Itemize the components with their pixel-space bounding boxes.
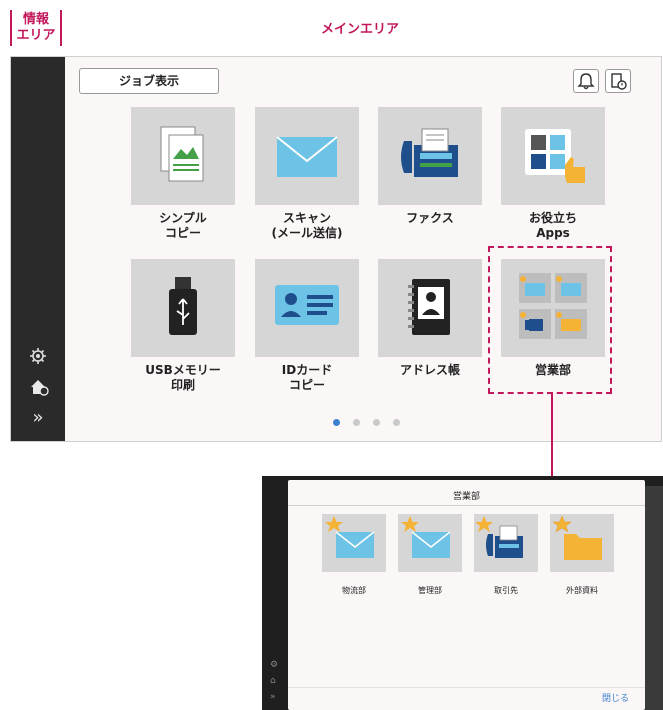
info-area-label-line2: エリア [16,28,56,43]
starred-folder-icon [550,514,614,572]
group-popup-screen: ⚙ ⌂ » 営業部 物流部 管理部 取引先 外部資料 閉じる [262,476,663,710]
popup-tile-label: 外部資料 [566,586,598,595]
tile-label: アドレス帳 [399,363,460,377]
tile-simple-copy[interactable]: シンプル コピー [131,107,235,241]
expand-icon[interactable]: » [23,407,53,428]
page-dot-active[interactable] [333,419,340,426]
tile-label: USBメモリー 印刷 [145,363,221,392]
tile-label: シンプル コピー [159,211,207,240]
tile-scan-mail[interactable]: スキャン (メール送信) [255,107,359,241]
group-popup-panel: 営業部 物流部 管理部 取引先 外部資料 閉じる [288,480,645,710]
page-dot[interactable] [393,419,400,426]
popup-tile-external-docs[interactable]: 外部資料 [550,514,614,596]
popup-tile-label: 物流部 [342,586,366,595]
main-area-label: メインエリア [320,22,399,37]
popup-sidebar: ⚙ ⌂ » [262,476,288,710]
tile-label: スキャン (メール送信) [271,211,343,240]
fax-icon [378,107,482,205]
tile-label: お役立ち Apps [528,211,577,240]
page-dot[interactable] [353,419,360,426]
expand-icon[interactable]: » [270,692,276,702]
bell-icon[interactable] [573,69,599,93]
starred-fax-icon [474,514,538,572]
user-login-icon[interactable]: ⌂ [270,676,276,686]
popup-divider [288,505,645,506]
popup-tile-label: 管理部 [418,586,442,595]
popup-right-edge [645,486,663,710]
callout-connector-line [551,394,553,476]
tile-id-card-copy[interactable]: IDカード コピー [255,259,359,393]
tile-fax[interactable]: ファクス [378,107,482,226]
popup-footer-divider [288,687,645,688]
close-button[interactable]: 閉じる [602,691,629,704]
info-sidebar: » [11,57,65,441]
tile-usb-print[interactable]: USBメモリー 印刷 [131,259,235,393]
starred-mail-icon [398,514,462,572]
address-book-icon [378,259,482,357]
tile-address-book[interactable]: アドレス帳 [378,259,482,378]
starred-mail-icon [322,514,386,572]
settings-icon[interactable] [23,347,53,365]
user-login-icon[interactable] [23,377,53,397]
info-area-label-line1: 情報 [22,12,49,27]
usb-icon [131,259,235,357]
tile-label: ファクス [406,211,454,225]
simple-copy-icon [131,107,235,205]
info-area-label: 情報 エリア [10,10,62,46]
job-status-icon[interactable] [605,69,631,93]
popup-tile-clients[interactable]: 取引先 [474,514,538,596]
tile-label: IDカード コピー [281,363,333,392]
highlight-dashed-box [488,246,612,394]
page-dot[interactable] [373,419,380,426]
apps-icon [501,107,605,205]
popup-title: 営業部 [452,492,480,502]
job-display-button[interactable]: ジョブ表示 [79,68,219,94]
popup-tile-logistics[interactable]: 物流部 [322,514,386,596]
scan-mail-icon [255,107,359,205]
settings-icon[interactable]: ⚙ [270,660,278,670]
popup-tile-label: 取引先 [494,586,518,595]
tile-apps[interactable]: お役立ち Apps [501,107,605,241]
id-card-icon [255,259,359,357]
popup-tile-management[interactable]: 管理部 [398,514,462,596]
